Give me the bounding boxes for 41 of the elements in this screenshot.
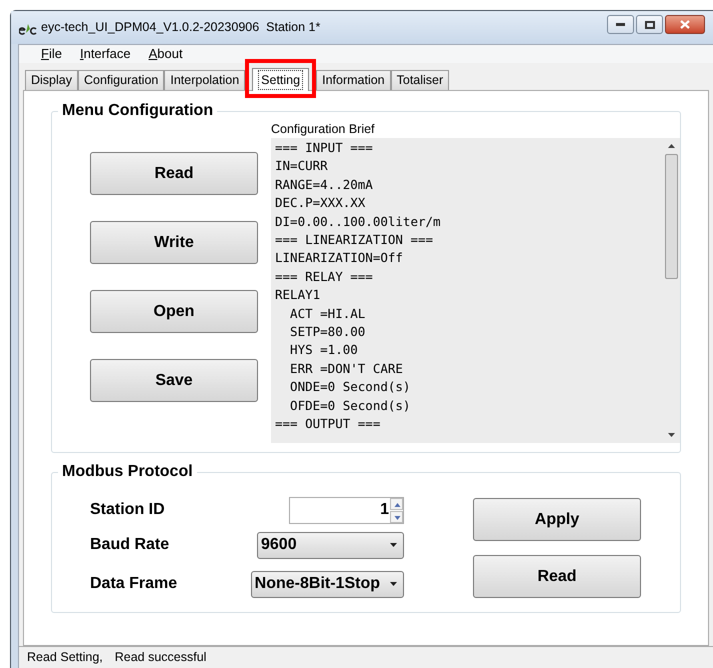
dropdown[interactable]: 9600	[257, 532, 404, 558]
scroll-down-icon	[668, 433, 675, 437]
brief-label: Configuration Brief	[271, 121, 376, 138]
tab[interactable]: Display	[25, 70, 78, 90]
group-title: Menu Configuration	[58, 101, 218, 121]
tab[interactable]: Setting	[252, 68, 310, 91]
field-label: Data Frame	[90, 574, 178, 594]
action-button[interactable]: Read	[90, 152, 258, 195]
menu-item[interactable]: File	[41, 44, 62, 64]
tab[interactable]: Totaliser	[390, 70, 450, 90]
minimize-icon	[616, 23, 625, 26]
menu-item[interactable]: Interface	[80, 44, 131, 64]
action-button[interactable]: Save	[90, 359, 258, 402]
spin-down-icon[interactable]	[390, 510, 403, 522]
dropdown[interactable]: None-8Bit-1Stop	[250, 570, 404, 598]
tab[interactable]: Interpolation	[164, 70, 246, 90]
scroll-thumb[interactable]	[665, 154, 678, 279]
field-label: Station ID	[90, 500, 165, 520]
tab[interactable]: Configuration	[78, 70, 164, 90]
spin-up-icon[interactable]	[390, 498, 403, 510]
close-icon	[680, 20, 690, 29]
status-text: Read Setting,	[27, 649, 103, 666]
action-button[interactable]: Write	[90, 221, 258, 264]
dropdown-arrow-icon	[390, 543, 397, 547]
maximize-icon	[644, 20, 654, 28]
minimize-button[interactable]	[607, 15, 634, 34]
action-button[interactable]: Apply	[473, 498, 641, 541]
window-title: eyc-tech_UI_DPM04_V1.0.2-20230906 Station 1*	[41, 19, 320, 36]
spin-field[interactable]: 1	[289, 496, 404, 524]
field-label: Baud Rate	[90, 535, 170, 555]
config-text: === INPUT === IN=CURR RANGE=4..20mA DEC.P=XXX.XX DI=0.00..100.00liter/m === LINEARIZATION === LINEARIZATION=Off === RELAY === RELAY1 ACT =HI.AL SETP=80.00 HYS =1.00 ERR =DON'T CARE ONDE=0 Second(s) OFDE=0 Second(s) === OUTPUT ===	[274, 139, 442, 434]
action-button[interactable]: Read	[473, 555, 641, 598]
menu-item[interactable]: About	[148, 44, 183, 64]
action-button[interactable]: Open	[90, 290, 258, 333]
close-button[interactable]	[665, 15, 705, 34]
maximize-button[interactable]	[636, 15, 663, 34]
scroll-up-icon	[668, 144, 675, 148]
highlight-box	[245, 59, 316, 98]
status-text: Read successful	[114, 649, 206, 666]
tab[interactable]: Information	[316, 70, 391, 90]
dropdown-arrow-icon	[390, 582, 397, 586]
